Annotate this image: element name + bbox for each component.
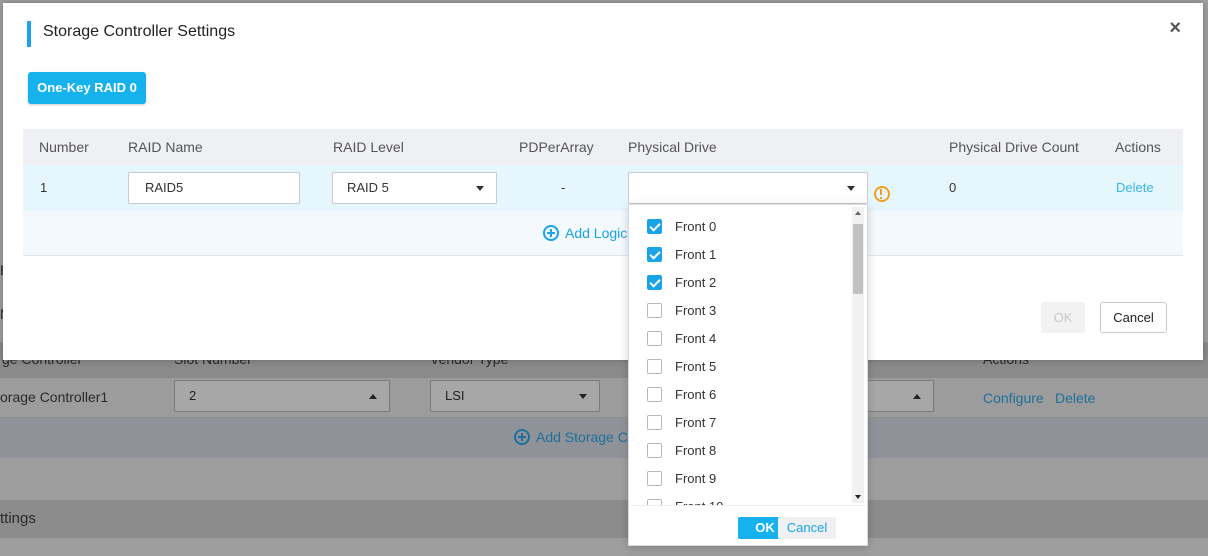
- checkbox-icon[interactable]: [647, 387, 662, 402]
- pd-per-array-value: -: [561, 180, 566, 195]
- chevron-down-icon: [847, 186, 855, 191]
- modal-title: Storage Controller Settings: [43, 23, 236, 40]
- drive-option-label: Front 8: [675, 443, 717, 458]
- raid-level-value: RAID 5: [347, 180, 389, 195]
- physical-drive-count-value: 0: [949, 180, 957, 195]
- bg-configure-link[interactable]: Configure: [983, 390, 1044, 406]
- modal-ok-button[interactable]: OK: [1041, 302, 1085, 333]
- delete-raid-link[interactable]: Delete: [1116, 180, 1154, 195]
- scroll-down-icon[interactable]: [855, 495, 861, 499]
- drive-option-label: Front 3: [675, 303, 717, 318]
- bg-extra-select[interactable]: [866, 380, 934, 412]
- drive-option-label: Front 0: [675, 219, 717, 234]
- checkbox-checked-icon[interactable]: [647, 275, 662, 290]
- chevron-up-icon: [913, 394, 921, 399]
- checkbox-icon[interactable]: [647, 331, 662, 346]
- physical-drive-select[interactable]: [628, 172, 868, 204]
- header-number: Number: [39, 139, 89, 155]
- bg-table-row: orage Controller1 2 LSI Configure Delete: [0, 378, 1208, 418]
- bg-add-storage-link[interactable]: Add Storage Co: [514, 429, 636, 445]
- bg-settings-band: ttings: [0, 500, 1208, 538]
- bg-slot-select[interactable]: 2: [174, 380, 390, 412]
- bg-add-storage-row: Add Storage Co: [0, 418, 1208, 458]
- bg-settings-label: ttings: [0, 510, 36, 527]
- bg-vendor-value: LSI: [445, 388, 465, 403]
- bg-add-storage-label: Add Storage Co: [536, 429, 636, 445]
- title-accent-bar: [27, 21, 31, 47]
- header-actions: Actions: [1115, 139, 1161, 155]
- dropdown-footer: OK Cancel: [629, 505, 867, 545]
- bg-slot-value: 2: [189, 388, 197, 403]
- raid-table-header: Number RAID Name RAID Level PDPerArray P…: [23, 129, 1183, 165]
- checkbox-checked-icon[interactable]: [647, 219, 662, 234]
- chevron-up-icon: [369, 394, 377, 399]
- chevron-down-icon: [476, 186, 484, 191]
- header-raid-name: RAID Name: [128, 139, 203, 155]
- add-logical-label: Add Logica: [565, 225, 636, 241]
- table-row: 1 RAID5 RAID 5 - 0 Delete: [23, 165, 1183, 211]
- row-number: 1: [40, 180, 48, 195]
- drive-option-label: Front 1: [675, 247, 717, 262]
- add-logical-link[interactable]: Add Logica: [543, 225, 635, 241]
- drive-list: Front 0 Front 1 Front 2 Front 3 Front 4 Front…: [629, 205, 853, 505]
- header-pd-per-array: PDPerArray: [519, 139, 594, 155]
- close-icon[interactable]: ×: [1169, 17, 1181, 40]
- drive-option-label: Front 9: [675, 471, 717, 486]
- warning-icon: [874, 186, 890, 202]
- drive-option-label: Front 4: [675, 331, 717, 346]
- dropdown-scrollbar[interactable]: [852, 207, 864, 503]
- raid-name-input[interactable]: RAID5: [128, 172, 300, 204]
- bg-row-name: orage Controller1: [0, 389, 109, 405]
- bg-delete-link[interactable]: Delete: [1055, 390, 1095, 406]
- drive-option-label: Front 6: [675, 387, 717, 402]
- scroll-up-icon[interactable]: [855, 211, 861, 215]
- raid-level-select[interactable]: RAID 5: [332, 172, 497, 204]
- checkbox-icon[interactable]: [647, 359, 662, 374]
- drive-option-label: Front 5: [675, 359, 717, 374]
- header-raid-level: RAID Level: [333, 139, 404, 155]
- add-circle-icon: [514, 429, 530, 445]
- bg-vendor-select[interactable]: LSI: [430, 380, 600, 412]
- physical-drive-dropdown: Front 0 Front 1 Front 2 Front 3 Front 4 Front…: [628, 204, 868, 546]
- add-logical-row: Add Logica: [23, 211, 1183, 256]
- one-key-raid0-button[interactable]: One-Key RAID 0: [28, 72, 146, 104]
- chevron-down-icon: [579, 394, 587, 399]
- dropdown-cancel-button[interactable]: Cancel: [778, 517, 836, 539]
- drive-option-label: Front 2: [675, 275, 717, 290]
- storage-controller-settings-modal: Storage Controller Settings × One-Key RA…: [3, 3, 1203, 360]
- add-circle-icon: [543, 225, 559, 241]
- header-physical-drive: Physical Drive: [628, 139, 717, 155]
- header-physical-drive-count: Physical Drive Count: [949, 139, 1079, 155]
- checkbox-checked-icon[interactable]: [647, 247, 662, 262]
- checkbox-icon[interactable]: [647, 443, 662, 458]
- modal-cancel-button[interactable]: Cancel: [1100, 302, 1167, 333]
- scroll-thumb[interactable]: [853, 224, 863, 294]
- checkbox-icon[interactable]: [647, 471, 662, 486]
- checkbox-icon[interactable]: [647, 303, 662, 318]
- drive-option-label: Front 7: [675, 415, 717, 430]
- checkbox-icon[interactable]: [647, 415, 662, 430]
